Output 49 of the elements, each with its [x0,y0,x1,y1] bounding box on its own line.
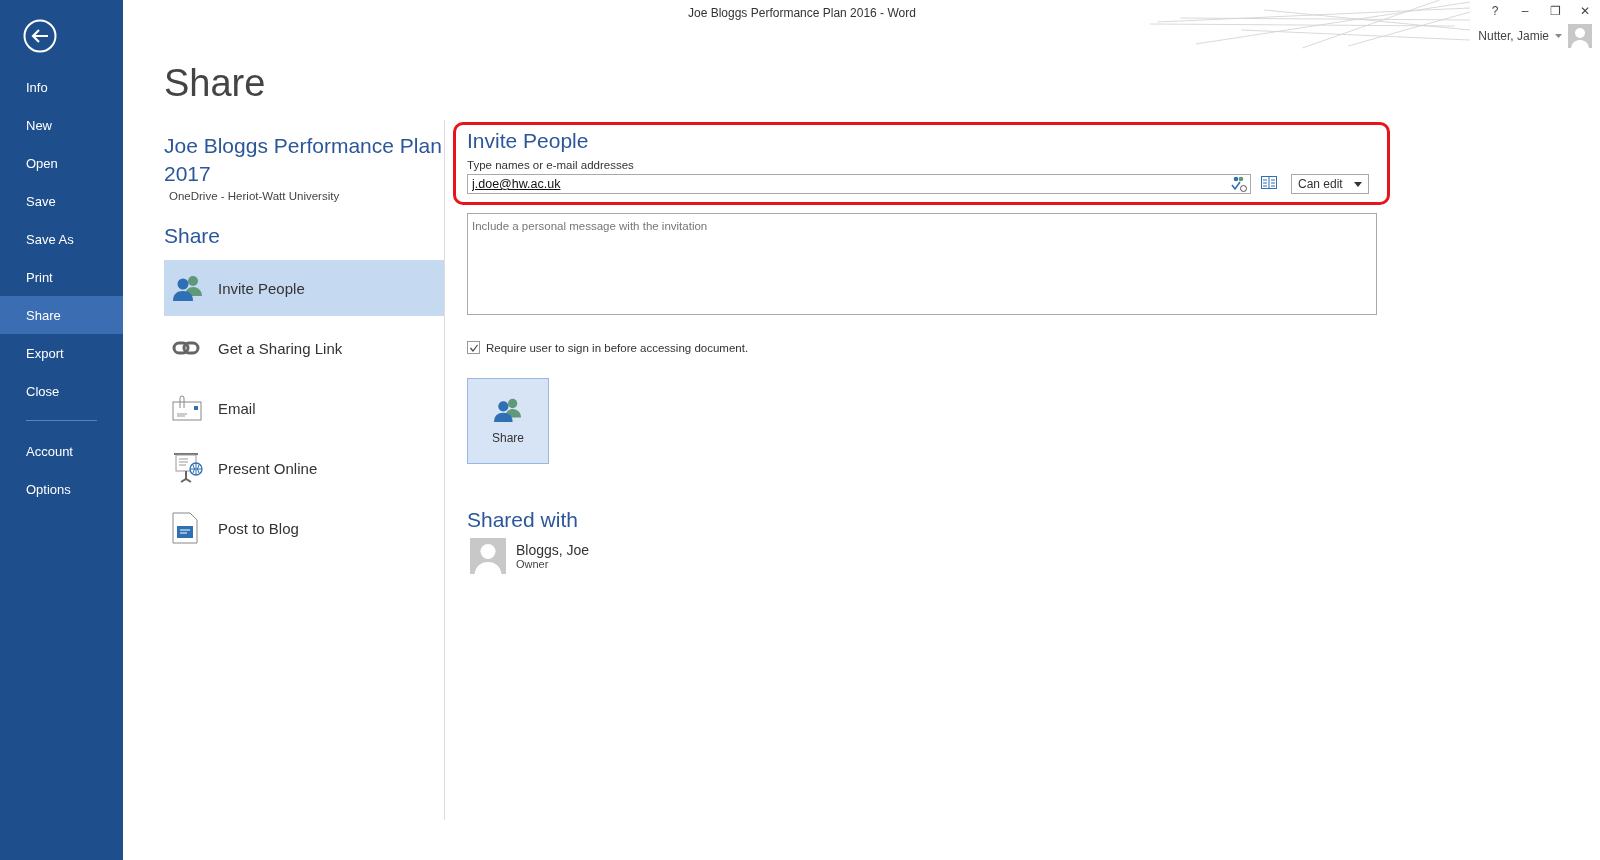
share-option[interactable]: Get a Sharing Link [164,320,444,376]
sidebar-item[interactable]: Save As [0,220,123,258]
section-heading: Invite People [467,129,590,153]
share-button[interactable]: Share [467,378,549,464]
checkbox-label: Require user to sign in before accessing document. [486,341,749,354]
section-heading: Shared with [467,508,578,532]
sidebar-item[interactable]: Info [0,68,123,106]
sidebar-item[interactable]: Account [0,432,123,470]
sidebar-item[interactable]: Close [0,372,123,410]
caret-icon [1555,34,1562,38]
section-heading: Share [164,224,222,248]
window-title: Joe Bloggs Performance Plan 2016 - Word [688,6,916,20]
document-icon [172,512,198,544]
account-menu[interactable]: Nutter, Jamie [1478,29,1549,43]
caret-icon [1354,181,1362,187]
field-label: Type names or e-mail addresses [467,159,635,171]
sidebar-item[interactable]: Open [0,144,123,182]
people-icon [492,397,524,423]
sidebar-item[interactable]: New [0,106,123,144]
person-name: Bloggs, Joe [516,542,590,558]
sign-in-checkbox[interactable] [467,341,480,354]
window-control-button[interactable]: – [1510,0,1540,22]
document-location: OneDrive - Heriot-Watt University [169,190,341,202]
share-option[interactable]: Invite People [164,260,444,316]
window-control-button[interactable]: ❐ [1540,0,1570,22]
window-control-button[interactable]: ? [1480,0,1510,22]
sidebar-item[interactable]: Save [0,182,123,220]
share-option[interactable]: Email [164,380,444,436]
page-title: Share [164,62,267,106]
window-control-button[interactable]: ✕ [1570,0,1600,22]
message-field[interactable]: Include a personal message with the invitation [467,213,1377,315]
person-role: Owner [516,558,550,570]
share-option[interactable]: Present Online [164,440,444,496]
envelope-icon [172,395,202,421]
avatar-icon [470,538,506,574]
sidebar-item[interactable]: Print [0,258,123,296]
sidebar-item[interactable]: Export [0,334,123,372]
back-button[interactable] [22,18,58,54]
document-name: Joe Bloggs Performance Plan 2017 [164,133,443,187]
presentation-icon [172,452,204,484]
share-option[interactable]: Post to Blog [164,500,444,556]
sidebar-item[interactable]: Options [0,470,123,508]
sidebar-item[interactable]: Share [0,296,123,334]
avatar-icon [1568,24,1592,48]
permission-dropdown[interactable]: Can edit [1291,174,1369,194]
people-icon [172,274,204,302]
recipients-field[interactable]: j.doe@hw.ac.uk [467,174,1251,194]
address-book-icon [1261,176,1277,189]
link-icon [172,341,200,355]
